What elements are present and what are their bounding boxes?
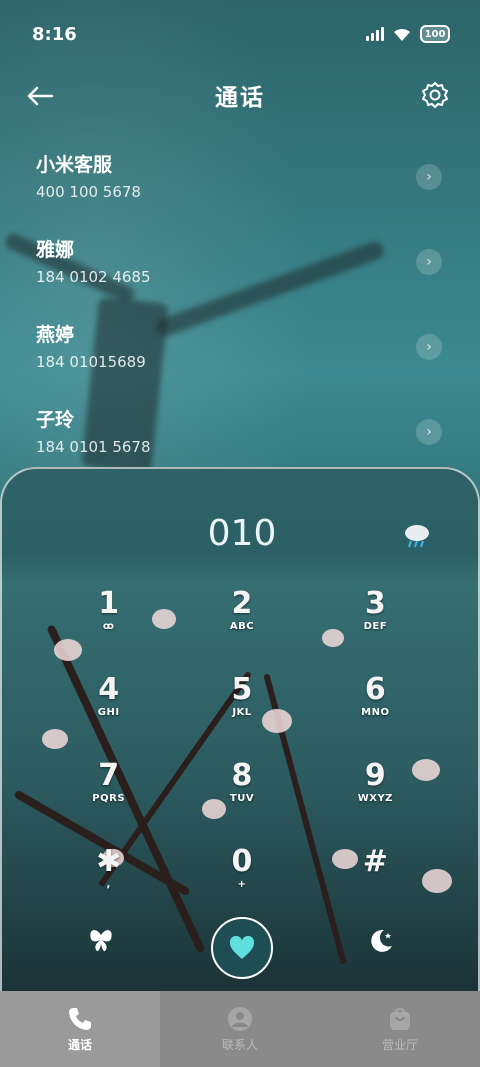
key-3[interactable]: 3 DEF: [309, 587, 442, 643]
key-5[interactable]: 5 JKL: [175, 673, 308, 729]
key-8[interactable]: 8 TUV: [175, 759, 308, 815]
tab-label: 通话: [67, 1037, 92, 1052]
chevron-right-icon[interactable]: ›: [416, 334, 442, 360]
key-letters: TUV: [229, 793, 255, 804]
contact-item[interactable]: 雅娜 184 0102 4685 ›: [0, 225, 480, 310]
contact-list: 小米客服 400 100 5678 › 雅娜 184 0102 4685 › 燕…: [0, 140, 480, 480]
key-star[interactable]: ✱,: [42, 845, 175, 901]
key-hash[interactable]: #: [309, 845, 442, 901]
key-digit: 7: [98, 758, 120, 793]
key-4[interactable]: 4 GHI: [42, 673, 175, 729]
key-letters: +: [237, 879, 247, 890]
weather-icon[interactable]: [402, 521, 432, 549]
contact-name: 雅娜: [36, 239, 75, 261]
bag-icon: [390, 1007, 410, 1030]
tab-contacts[interactable]: 联系人: [160, 991, 320, 1067]
key-digit: ✱: [96, 844, 122, 879]
key-letters: WXYZ: [357, 793, 393, 804]
dialpad-actions: [2, 909, 478, 989]
key-2[interactable]: 2 ABC: [175, 587, 308, 643]
key-7[interactable]: 7 PQRS: [42, 759, 175, 815]
tab-calls[interactable]: 通话: [0, 991, 160, 1067]
key-digit: 8: [231, 758, 253, 793]
key-digit: 2: [231, 586, 253, 621]
gear-icon[interactable]: [420, 80, 450, 110]
signal-icon: [366, 27, 384, 41]
key-digit: #: [362, 844, 388, 879]
tab-store[interactable]: 营业厅: [320, 991, 480, 1067]
app-header: 通话: [0, 68, 480, 122]
chevron-right-icon[interactable]: ›: [416, 249, 442, 275]
key-letters: GHI: [97, 707, 120, 718]
chevron-right-icon[interactable]: ›: [416, 419, 442, 445]
key-letters: MNO: [361, 707, 390, 718]
moon-icon[interactable]: [368, 927, 394, 953]
status-time: 8:16: [32, 23, 77, 45]
heart-icon: [229, 936, 255, 959]
key-letters: DEF: [363, 621, 388, 632]
key-6[interactable]: 6 MNO: [309, 673, 442, 729]
wifi-icon: [394, 28, 410, 41]
status-bar: 8:16 100: [0, 0, 480, 68]
contact-number: 184 01015689: [36, 353, 146, 371]
contact-item[interactable]: 燕婷 184 01015689 ›: [0, 310, 480, 395]
contact-number: 184 0101 5678: [36, 438, 151, 456]
key-digit: 6: [364, 672, 386, 707]
key-digit: 4: [98, 672, 120, 707]
key-digit: 5: [231, 672, 253, 707]
tab-label: 联系人: [221, 1037, 258, 1052]
key-digit: 1: [98, 586, 120, 621]
key-letters: ,: [106, 879, 111, 890]
key-letters: ꝏ: [102, 621, 115, 632]
key-0[interactable]: 0 +: [175, 845, 308, 901]
call-button[interactable]: [211, 917, 273, 979]
contact-name: 小米客服: [36, 154, 113, 176]
person-icon: [228, 1006, 252, 1031]
tab-label: 营业厅: [381, 1037, 418, 1052]
page-title: 通话: [215, 85, 265, 111]
key-digit: 0: [231, 844, 253, 879]
key-1[interactable]: 1ꝏ: [42, 587, 175, 643]
butterfly-icon[interactable]: [88, 927, 114, 953]
key-letters: PQRS: [92, 793, 126, 804]
contact-number: 400 100 5678: [36, 183, 141, 201]
keypad: 1ꝏ 2 ABC 3 DEF 4 GHI 5 JKL 6 MNO 7 PQRS 8 TUV 9…: [42, 587, 442, 901]
contact-name: 子玲: [36, 409, 75, 431]
key-letters: ABC: [229, 621, 255, 632]
contact-item[interactable]: 小米客服 400 100 5678 ›: [0, 140, 480, 225]
back-arrow-icon[interactable]: [24, 80, 56, 112]
key-digit: 9: [364, 758, 386, 793]
key-digit: 3: [364, 586, 386, 621]
key-letters: JKL: [232, 707, 252, 718]
system-icons: 100: [366, 25, 450, 43]
bottom-tab-bar: 通话 联系人 营业厅: [0, 991, 480, 1067]
battery-icon: 100: [420, 25, 450, 43]
phone-icon: [69, 1007, 91, 1030]
contact-name: 燕婷: [36, 324, 75, 346]
dialpad-panel: 010 1ꝏ 2 ABC 3 DEF 4 GHI 5 JKL 6 MNO 7 PQRS 8T…: [0, 467, 480, 991]
key-9[interactable]: 9 WXYZ: [309, 759, 442, 815]
chevron-right-icon[interactable]: ›: [416, 164, 442, 190]
contact-number: 184 0102 4685: [36, 268, 151, 286]
